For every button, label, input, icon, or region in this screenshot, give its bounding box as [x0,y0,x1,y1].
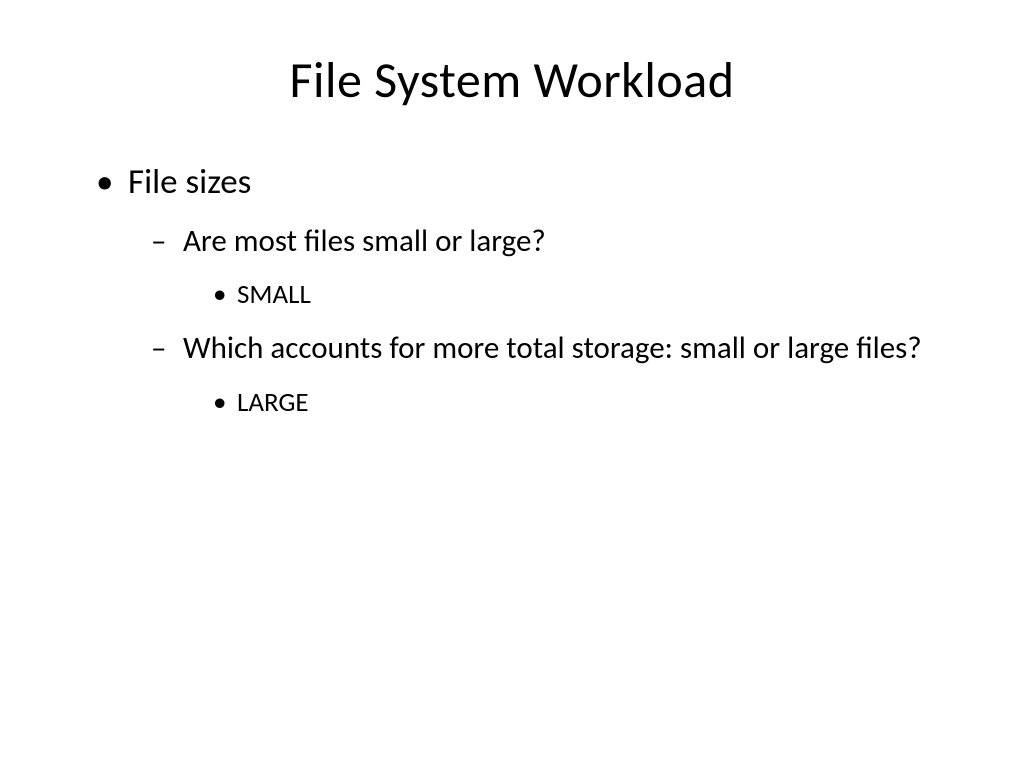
list-item: SMALL [205,277,954,312]
bullet-text: Which accounts for more total storage: s… [183,329,922,367]
bullet-text: LARGE [237,386,309,419]
bullet-list-level3: SMALL [183,277,954,312]
bullet-text: File sizes [128,161,251,203]
slide-title: File System Workload [70,50,954,111]
list-item: Which accounts for more total storage: s… [143,328,954,419]
bullet-list-level1: File sizes Are most files small or large… [70,161,954,420]
list-item: File sizes Are most files small or large… [90,161,954,420]
bullet-text: SMALL [237,278,311,311]
list-item: Are most files small or large? SMALL [143,221,954,312]
bullet-list-level2: Are most files small or large? SMALL Whi… [128,221,954,420]
list-item: LARGE [205,385,954,420]
bullet-text: Are most files small or large? [183,222,546,260]
bullet-list-level3: LARGE [183,385,954,420]
